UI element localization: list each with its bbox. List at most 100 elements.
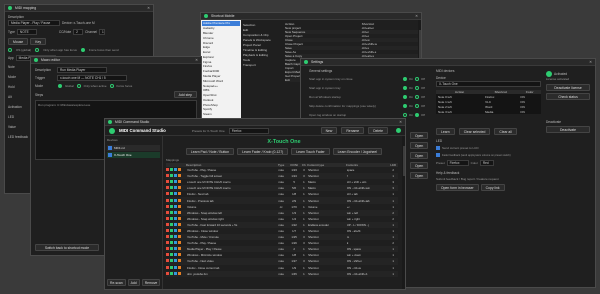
toggle-icon[interactable] <box>178 204 181 208</box>
delete-icon[interactable] <box>166 228 169 232</box>
copy-icon[interactable] <box>174 228 177 232</box>
clear-selected-button[interactable]: Clear selected <box>458 128 491 135</box>
preset-select[interactable]: Firefox <box>446 160 469 166</box>
delete-icon[interactable] <box>166 265 169 269</box>
toggle-icon[interactable] <box>178 192 181 196</box>
delete-icon[interactable] <box>166 192 169 196</box>
step-item[interactable]: Run program: C:\Windows\explorer.exe <box>38 103 194 107</box>
toggle-icon[interactable] <box>178 180 181 184</box>
channel-input[interactable]: 1 <box>99 29 106 35</box>
edit-icon[interactable] <box>170 241 173 245</box>
type-select[interactable]: NOTE <box>16 29 37 35</box>
macro-description-input[interactable]: Run Media Player <box>57 67 107 73</box>
color-select[interactable]: Red <box>479 160 494 166</box>
delete-icon[interactable] <box>166 186 169 190</box>
toggle-icon[interactable] <box>178 271 181 275</box>
copy-icon[interactable] <box>174 265 177 269</box>
trigger-input[interactable]: x-touch one M — NOTE CH1 / 5 <box>57 75 127 81</box>
open-button-3[interactable]: Open <box>410 152 429 159</box>
delete-icon[interactable] <box>166 235 169 239</box>
delete-icon[interactable] <box>166 241 169 245</box>
delete-icon[interactable] <box>166 180 169 184</box>
edit-icon[interactable] <box>170 180 173 184</box>
edit-icon[interactable] <box>170 259 173 263</box>
device-checkbox[interactable] <box>108 153 112 157</box>
delete-icon[interactable] <box>166 253 169 257</box>
edit-icon[interactable] <box>170 253 173 257</box>
setting-off-radio[interactable] <box>415 104 420 108</box>
toggle-icon[interactable] <box>178 210 181 214</box>
copy-icon[interactable] <box>174 180 177 184</box>
toggle-icon[interactable] <box>178 228 181 232</box>
add-step-button[interactable]: Add step <box>173 91 197 98</box>
mode-active-radio[interactable] <box>76 84 81 88</box>
toggle-icon[interactable] <box>178 198 181 202</box>
fader-feedback-checkbox[interactable] <box>436 153 440 157</box>
setting-on-radio[interactable] <box>403 95 407 99</box>
deactivate-license-button[interactable]: Deactivate license <box>546 84 590 91</box>
toggle-icon[interactable] <box>178 247 181 251</box>
learn-fader-button[interactable]: Learn Fader / Knob (0-127) <box>237 148 289 155</box>
preset-select[interactable]: Firefox <box>228 127 269 134</box>
copy-icon[interactable] <box>174 222 177 226</box>
setting-on-radio[interactable] <box>403 86 407 90</box>
toggle-icon[interactable] <box>178 222 181 226</box>
delete-icon[interactable] <box>166 168 169 172</box>
copy-icon[interactable] <box>174 259 177 263</box>
toggle-icon[interactable] <box>178 235 181 239</box>
copy-icon[interactable] <box>174 186 177 190</box>
close-icon[interactable]: ✕ <box>415 14 418 18</box>
radio-focus[interactable] <box>35 48 40 52</box>
edit-icon[interactable] <box>170 247 173 251</box>
cc-input[interactable]: 2 <box>73 29 84 35</box>
delete-icon[interactable] <box>166 222 169 226</box>
toggle-icon[interactable] <box>178 241 181 245</box>
copy-icon[interactable] <box>174 168 177 172</box>
category-item[interactable]: Transport <box>243 62 281 67</box>
send-preset-checkbox[interactable] <box>436 146 440 150</box>
check-status-button[interactable]: Check status <box>546 93 590 100</box>
toggle-icon[interactable] <box>178 168 181 172</box>
deactivate-button[interactable]: Deactivate <box>546 126 590 133</box>
delete-icon[interactable] <box>166 174 169 178</box>
open-button-5[interactable]: Open <box>410 172 429 179</box>
delete-icon[interactable] <box>166 271 169 275</box>
copy-icon[interactable] <box>174 192 177 196</box>
delete-icon[interactable] <box>166 198 169 202</box>
device-item-midi-nd[interactable]: MIDI-nd <box>107 145 160 151</box>
close-icon[interactable]: ✕ <box>589 60 592 64</box>
mappings-scrollbar[interactable] <box>402 136 405 289</box>
toggle-icon[interactable] <box>178 174 181 178</box>
mode-global-radio[interactable] <box>58 84 62 88</box>
device-row[interactable]: Note 3 left Media ON <box>436 109 541 114</box>
learn-button[interactable]: Learn <box>436 128 455 135</box>
open-in-browser-button[interactable]: Open form in browser <box>436 184 479 191</box>
close-icon[interactable]: ✕ <box>195 58 198 62</box>
rescan-button[interactable]: Re-scan <box>107 279 126 286</box>
edit-icon[interactable] <box>170 174 173 178</box>
edit-icon[interactable] <box>170 228 173 232</box>
delete-icon[interactable] <box>166 204 169 208</box>
mapping-row[interactable]: obs: youtube.bm note 1/45 1 Shortcut ON - ctr… <box>166 270 398 277</box>
setting-on-radio[interactable] <box>403 77 407 81</box>
edit-icon[interactable] <box>170 198 173 202</box>
edit-icon[interactable] <box>170 210 173 214</box>
device-item-xtouch[interactable]: X-Touch One <box>107 152 160 158</box>
edit-icon[interactable] <box>170 216 173 220</box>
learn-touch-fader-button[interactable]: Learn Touch Fader <box>291 148 330 155</box>
rename-preset-button[interactable]: Rename <box>341 127 365 134</box>
copy-icon[interactable] <box>174 174 177 178</box>
edit-icon[interactable] <box>170 186 173 190</box>
device-select[interactable]: X-Touch One <box>436 81 541 87</box>
tab-key[interactable]: Key <box>30 38 47 45</box>
switch-back-button[interactable]: Switch back to shortcut mode <box>35 244 99 251</box>
mode-force-radio[interactable] <box>109 84 114 88</box>
edit-icon[interactable] <box>170 271 173 275</box>
delete-icon[interactable] <box>166 216 169 220</box>
clear-all-button[interactable]: Clear all <box>494 128 517 135</box>
close-icon[interactable]: ✕ <box>147 6 150 10</box>
edit-icon[interactable] <box>170 222 173 226</box>
setting-off-radio[interactable] <box>415 77 420 81</box>
edit-icon[interactable] <box>170 192 173 196</box>
setting-on-radio[interactable] <box>403 113 407 117</box>
